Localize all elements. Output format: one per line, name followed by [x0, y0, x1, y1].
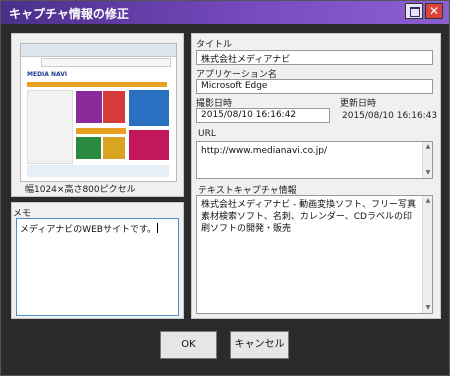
webpage-thumbnail: MEDIA NAVI: [20, 43, 177, 182]
capture-info-dialog: キャプチャ情報の修正 ✕ MEDIA NAVI 幅1024×高さ800ピクセル …: [0, 0, 450, 376]
product-box-image: [76, 91, 102, 123]
text-capture-scrollbar[interactable]: ▲ ▼: [422, 196, 432, 313]
window-title: キャプチャ情報の修正: [9, 7, 129, 21]
title-field[interactable]: 株式会社メディアナビ: [196, 50, 433, 65]
url-value: http://www.medianavi.co.jp/: [201, 146, 328, 156]
text-capture-field[interactable]: 株式会社メディアナビ - 動画変換ソフト、フリー写真素材検索ソフト、名刺、カレン…: [196, 195, 433, 314]
captured-date-field[interactable]: 2015/08/10 16:16:42: [196, 108, 330, 123]
image-size-label: 幅1024×高さ800ピクセル: [25, 185, 136, 195]
title-bar[interactable]: キャプチャ情報の修正 ✕: [1, 1, 449, 24]
url-field[interactable]: http://www.medianavi.co.jp/ ▲ ▼: [196, 141, 433, 179]
browser-address-bar: [41, 58, 171, 67]
memo-textarea[interactable]: メディアナビのWEBサイトです。: [16, 218, 179, 316]
close-icon: ✕: [428, 4, 440, 18]
memo-value: メディアナビのWEBサイトです。: [20, 225, 157, 235]
site-footer: [27, 165, 169, 177]
site-sidebar: [27, 90, 73, 164]
application-field[interactable]: Microsoft Edge: [196, 79, 433, 94]
scroll-down-arrow-icon[interactable]: ▼: [424, 304, 432, 312]
restore-button[interactable]: [405, 3, 423, 19]
section-header: [76, 128, 126, 134]
thumbnail-panel: MEDIA NAVI 幅1024×高さ800ピクセル: [11, 33, 184, 197]
url-scrollbar[interactable]: ▲ ▼: [422, 142, 432, 178]
product-box-image: [103, 91, 125, 123]
site-logo: MEDIA NAVI: [27, 71, 68, 78]
scroll-up-arrow-icon[interactable]: ▲: [424, 143, 432, 151]
scroll-up-arrow-icon[interactable]: ▲: [424, 197, 432, 205]
ok-button[interactable]: OK: [160, 331, 217, 359]
title-label: タイトル: [196, 40, 233, 50]
updated-date-value: 2015/08/10 16:16:43: [342, 111, 438, 121]
close-button[interactable]: ✕: [425, 3, 443, 19]
scroll-down-arrow-icon[interactable]: ▼: [424, 169, 432, 177]
text-capture-value: 株式会社メディアナビ - 動画変換ソフト、フリー写真素材検索ソフト、名刺、カレン…: [201, 200, 416, 234]
url-label: URL: [198, 129, 216, 139]
product-box-image: [103, 137, 125, 159]
site-nav-strip: [27, 82, 167, 87]
updated-date-label: 更新日時: [340, 99, 377, 109]
banner-image: [129, 130, 169, 160]
browser-tab-bar: [21, 44, 176, 57]
text-caret: [157, 223, 159, 233]
banner-image: [129, 90, 169, 126]
restore-icon: [410, 7, 420, 17]
cancel-button[interactable]: キャンセル: [230, 331, 289, 359]
product-box-image: [76, 137, 101, 159]
